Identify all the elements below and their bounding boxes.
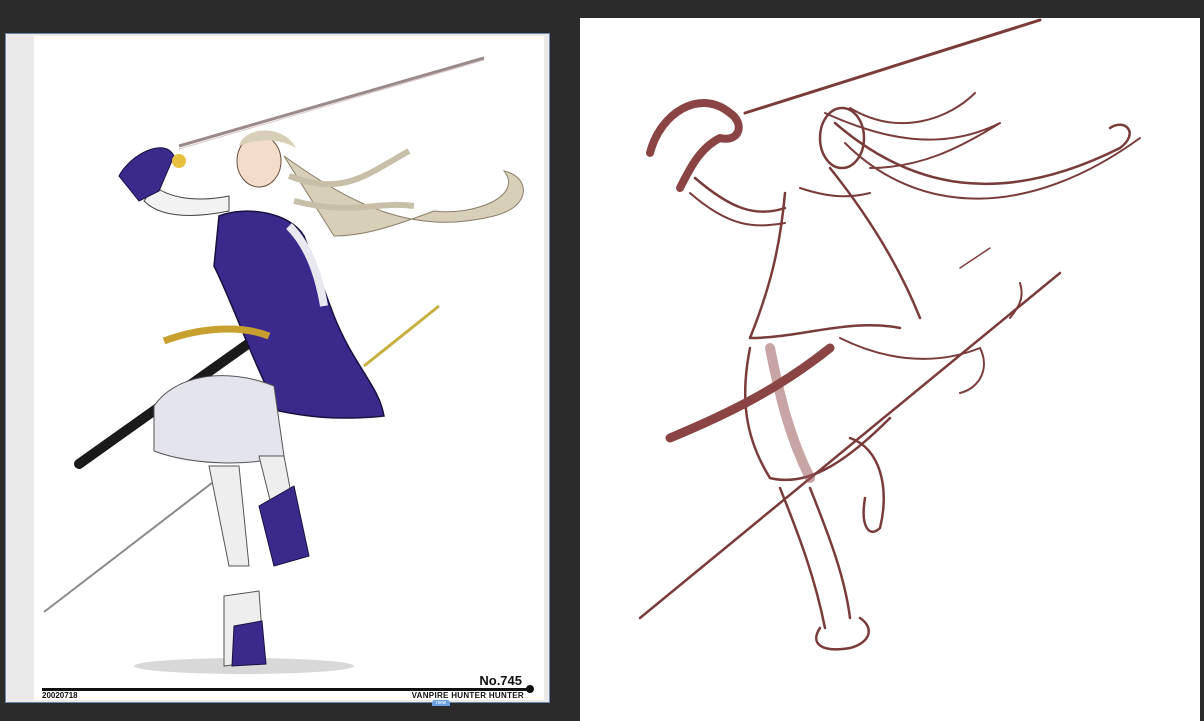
reference-illustration [43, 56, 524, 674]
artwork-title: VANPIRE HUNTER HUNTER [411, 691, 524, 700]
artwork-number: No.745 [479, 673, 522, 688]
reference-image-panel[interactable]: No.745 20020718 VANPIRE HUNTER HUNTER ne… [5, 33, 550, 706]
reference-artwork: No.745 20020718 VANPIRE HUNTER HUNTER ne… [34, 36, 544, 706]
footer-rule-end [526, 685, 534, 693]
gesture-sketch [638, 18, 1141, 651]
artwork-date: 20020718 [42, 691, 78, 700]
workspace: No.745 20020718 VANPIRE HUNTER HUNTER ne… [0, 0, 1204, 721]
new-tag: new [432, 700, 450, 706]
sketch-canvas[interactable] [580, 18, 1200, 721]
